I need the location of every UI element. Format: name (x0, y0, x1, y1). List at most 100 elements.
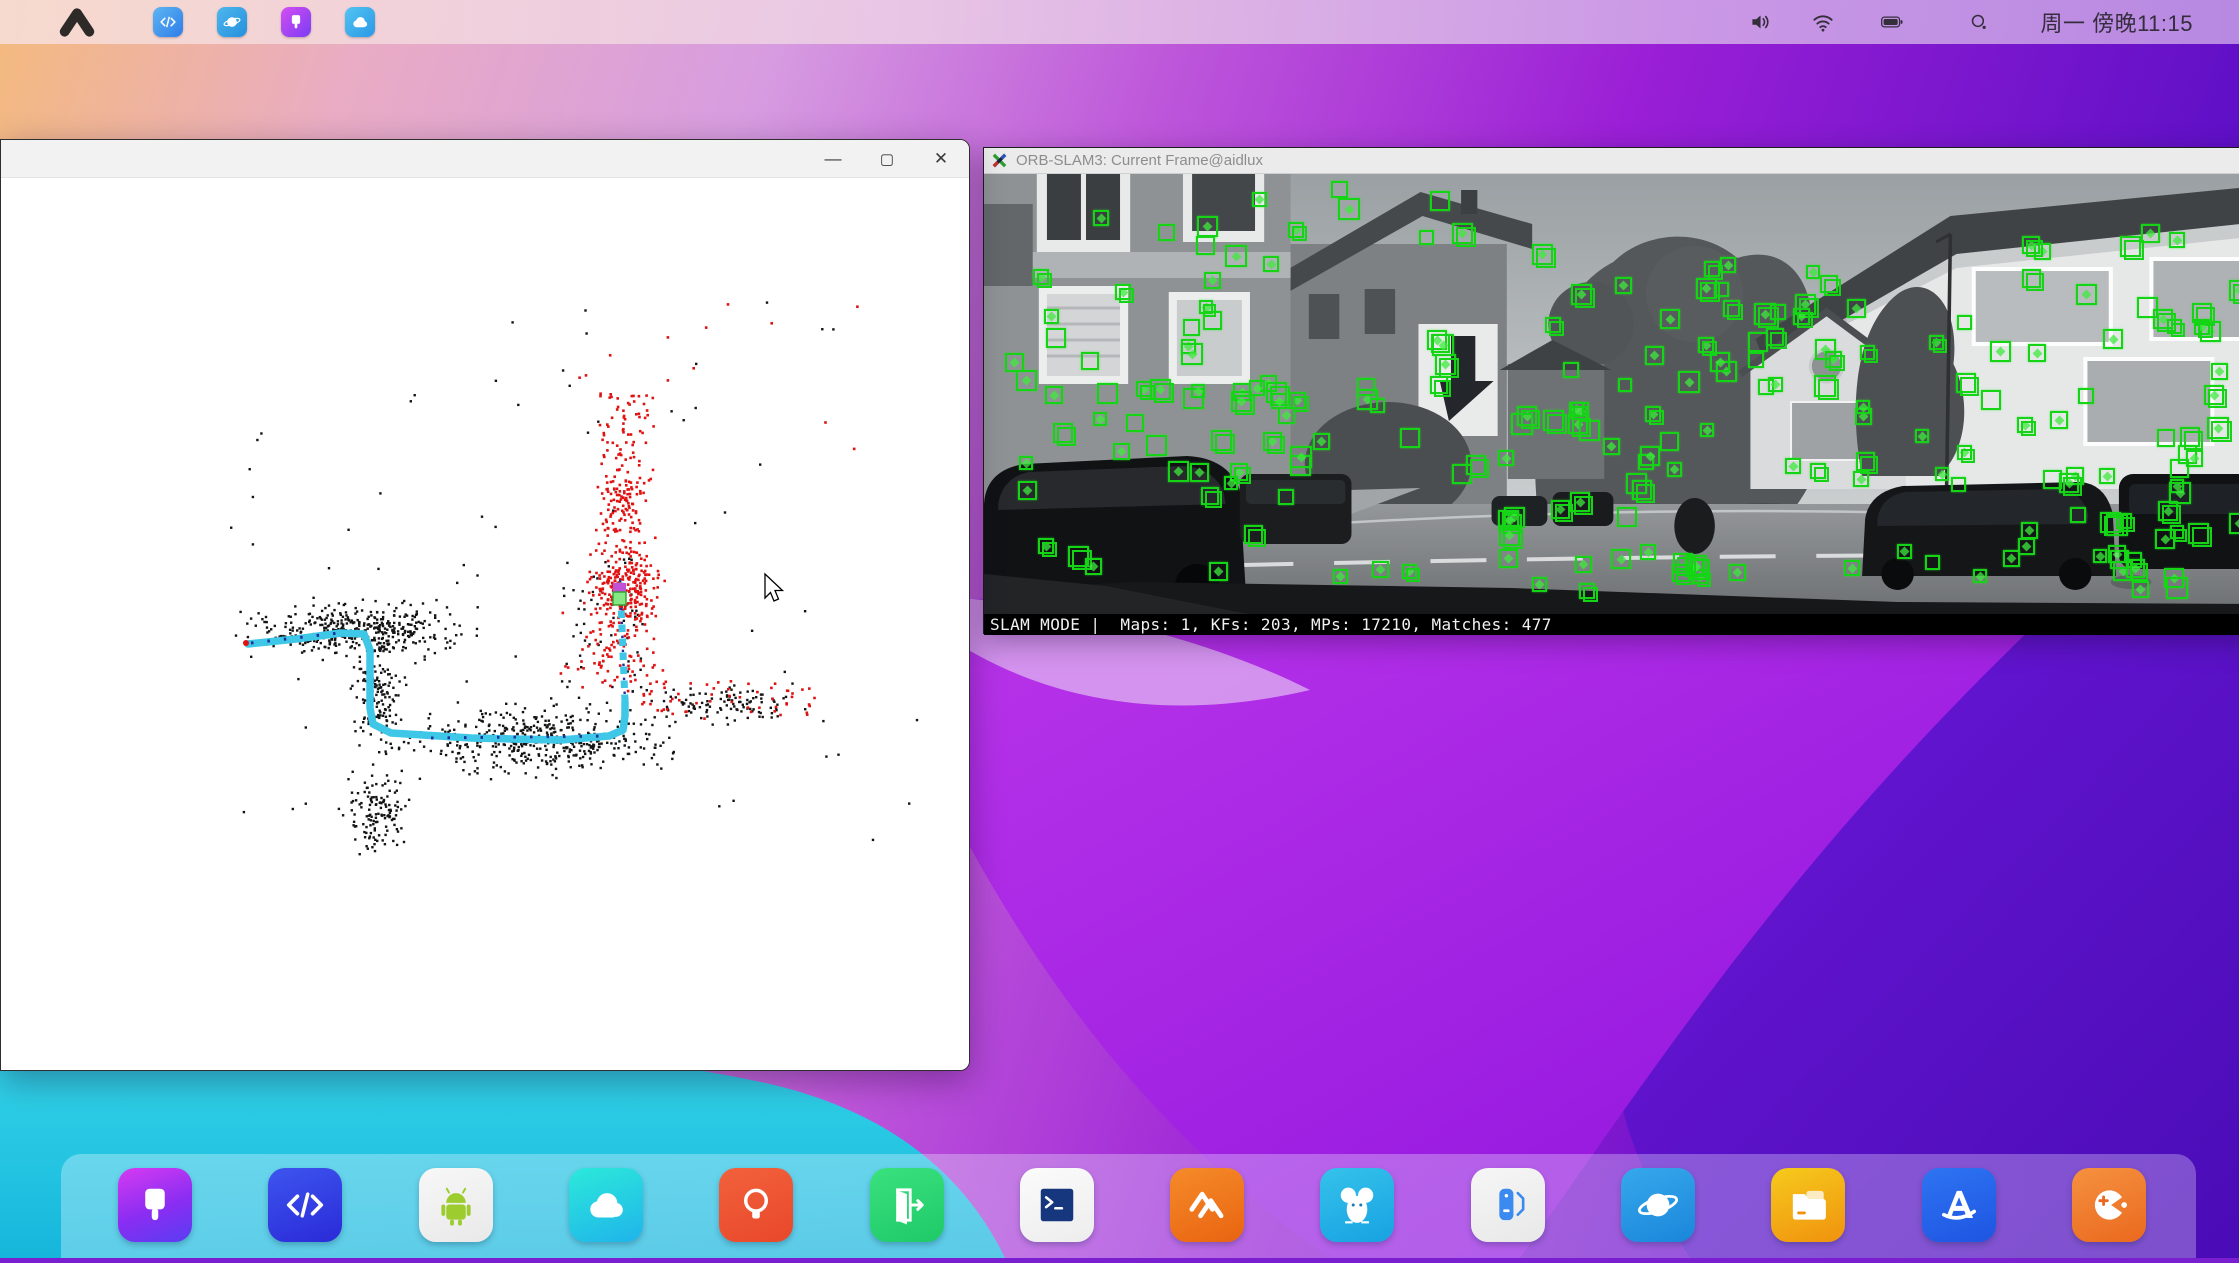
feature-box (1097, 383, 1118, 404)
feature-box (2186, 450, 2203, 467)
feature-box (1370, 398, 1385, 413)
feature-box (2028, 344, 2046, 362)
feature-box (1400, 428, 1420, 448)
feature-box (2103, 329, 2123, 349)
map-viewer-titlebar[interactable]: — ▢ ✕ (1, 140, 969, 178)
feature-box (2169, 232, 2185, 248)
feature-box (1551, 500, 1570, 519)
dock-icon-theme-paint[interactable] (118, 1168, 192, 1242)
paint-app-icon[interactable] (281, 7, 311, 37)
dock-icon-android[interactable] (419, 1168, 493, 1242)
window-controls: — ▢ ✕ (813, 140, 961, 177)
feature-box (1723, 300, 1740, 317)
dock-icon-ideas-bulb[interactable] (719, 1168, 793, 1242)
feature-box (2050, 411, 2068, 429)
feature-box (2059, 473, 2079, 493)
x11-icon (991, 152, 1008, 169)
wifi-icon[interactable] (1806, 9, 1840, 35)
orbslam-frame-window: ORB-SLAM3: Current Frame@aidlux (983, 147, 2239, 634)
feature-box (1372, 561, 1389, 578)
map-point-cloud (230, 301, 918, 855)
feature-box (1570, 492, 1590, 512)
feature-box (1825, 351, 1842, 368)
feature-box (1209, 562, 1228, 581)
code-icon (279, 1179, 331, 1231)
minimize-button[interactable]: — (813, 144, 853, 174)
feature-box (1785, 458, 1801, 474)
feature-box (1935, 467, 1949, 481)
feature-box (1204, 272, 1221, 289)
dock-icon-mouse-app[interactable] (1320, 1168, 1394, 1242)
feature-box (2070, 507, 2086, 523)
close-button[interactable]: ✕ (921, 144, 961, 174)
feature-box (1278, 407, 1295, 424)
feature-box (2099, 468, 2115, 484)
feature-box (1704, 261, 1720, 277)
feature-box (1201, 487, 1219, 505)
feature-box (1660, 309, 1680, 329)
cloud-icon (349, 11, 371, 33)
search-icon[interactable] (1964, 9, 1994, 35)
feature-box (1768, 377, 1783, 392)
feature-box (1498, 450, 1514, 466)
bulb-icon (730, 1179, 782, 1231)
dock-icon-browser-planet[interactable] (1621, 1168, 1695, 1242)
feature-box (1290, 446, 1312, 468)
feature-box (1435, 354, 1456, 375)
feature-box (1973, 569, 1987, 583)
feature-box (1432, 334, 1454, 356)
feature-box (2229, 280, 2239, 301)
planet-app-icon[interactable] (217, 7, 247, 37)
weather-app-icon[interactable] (345, 7, 375, 37)
dock-icon-terminal[interactable] (1020, 1168, 1094, 1242)
feature-box (1430, 191, 1450, 211)
feature-box (1146, 435, 1167, 456)
feature-box (1563, 362, 1579, 378)
feature-box (2157, 429, 2175, 447)
feature-box (1579, 420, 1600, 441)
feature-box (2108, 545, 2126, 563)
feature-box (1081, 352, 1099, 370)
feature-box (1419, 230, 1434, 245)
feature-box (2078, 388, 2094, 404)
slam-map-canvas[interactable] (1, 178, 970, 1071)
feature-box (1618, 378, 1632, 392)
feature-box (2166, 577, 2188, 599)
aidlux-logo-icon[interactable] (55, 7, 99, 37)
dock-icon-weather-cloud[interactable] (569, 1168, 643, 1242)
feature-box (1603, 438, 1620, 455)
volume-icon[interactable] (1743, 9, 1777, 35)
battery-icon[interactable] (1870, 9, 1914, 35)
feature-box (1313, 433, 1330, 450)
dock-icon-games[interactable] (2072, 1168, 2146, 1242)
planet-icon (1632, 1179, 1684, 1231)
feature-box (1820, 275, 1838, 293)
dock-icon-files-folder[interactable] (1771, 1168, 1845, 1242)
menu-bar: 周一 傍晚11:15 (0, 0, 2239, 44)
feature-box (1856, 400, 1870, 414)
feature-box (1640, 446, 1660, 466)
feature-box (2170, 525, 2184, 539)
feature-box (1278, 489, 1294, 505)
feature-box (1814, 375, 1836, 397)
dock-icon-aid-peaks[interactable] (1170, 1168, 1244, 1242)
feature-box (1244, 525, 1263, 544)
dock-icon-exit-door[interactable] (870, 1168, 944, 1242)
maximize-button[interactable]: ▢ (867, 144, 907, 174)
feature-box (1511, 413, 1533, 435)
code-app-icon[interactable] (153, 7, 183, 37)
dock-icon-code-editor[interactable] (268, 1168, 342, 1242)
dock-icon-appstore-a[interactable] (1922, 1168, 1996, 1242)
feature-box (1046, 328, 1066, 348)
feature-box (1897, 544, 1912, 559)
feature-box (1191, 384, 1205, 398)
orbslam-titlebar[interactable]: ORB-SLAM3: Current Frame@aidlux (984, 148, 2239, 174)
feature-box (1224, 476, 1238, 490)
feature-box (2022, 269, 2041, 288)
dock-icon-device-phone[interactable] (1471, 1168, 1545, 1242)
feature-box (2120, 236, 2141, 257)
feature-box (1729, 564, 1746, 581)
feature-box (1430, 376, 1448, 394)
feature-box (1113, 443, 1130, 460)
clock-label[interactable]: 周一 傍晚11:15 (2040, 0, 2193, 44)
